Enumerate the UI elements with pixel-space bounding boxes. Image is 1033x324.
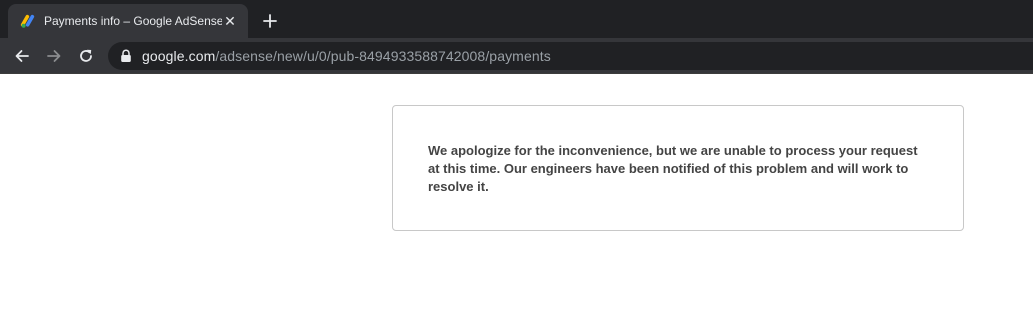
reload-icon — [80, 49, 92, 62]
new-tab-button[interactable] — [258, 9, 282, 33]
address-bar-url[interactable]: google.com/adsense/new/u/0/pub-849493358… — [142, 48, 551, 64]
url-host: google.com — [142, 48, 216, 64]
lock-icon[interactable] — [120, 49, 132, 63]
page-content: We apologize for the inconvenience, but … — [0, 75, 1033, 324]
back-button[interactable] — [10, 44, 34, 68]
url-path: /adsense/new/u/0/pub-8494933588742008/pa… — [215, 48, 551, 64]
browser-tabstrip: Payments info – Google AdSense ✕ — [0, 0, 1033, 38]
tab-title: Payments info – Google AdSense — [44, 14, 222, 28]
error-card: We apologize for the inconvenience, but … — [392, 105, 964, 231]
close-icon[interactable]: ✕ — [222, 13, 238, 29]
plus-icon — [263, 14, 277, 28]
forward-button[interactable] — [42, 44, 66, 68]
address-bar[interactable]: google.com/adsense/new/u/0/pub-849493358… — [108, 42, 1033, 70]
browser-toolbar: google.com/adsense/new/u/0/pub-849493358… — [0, 38, 1033, 74]
browser-tab-active[interactable]: Payments info – Google AdSense ✕ — [8, 4, 248, 38]
arrow-right-icon — [47, 50, 61, 62]
error-message: We apologize for the inconvenience, but … — [428, 143, 918, 194]
arrow-left-icon — [15, 50, 29, 62]
adsense-logo-icon — [20, 14, 35, 28]
reload-button[interactable] — [74, 44, 98, 68]
